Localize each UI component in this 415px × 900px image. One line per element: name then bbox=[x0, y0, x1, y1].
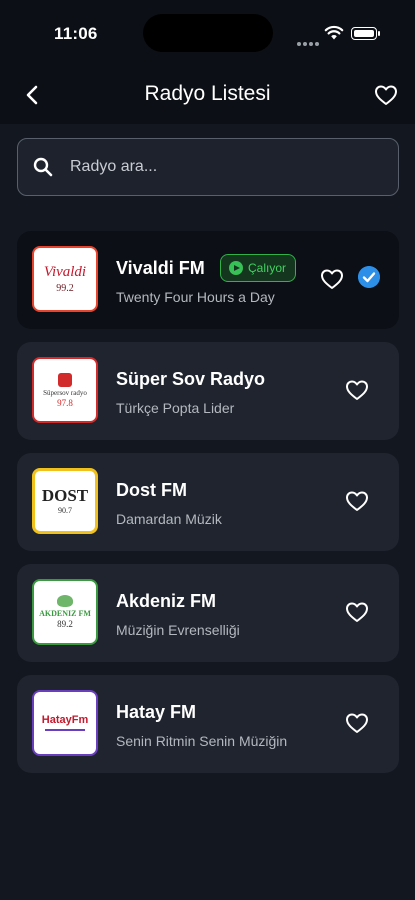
play-circle-icon bbox=[229, 261, 243, 275]
station-logo-hatay-fm: HatayFm bbox=[32, 690, 98, 756]
station-logo-frequency: 97.8 bbox=[57, 397, 73, 408]
dynamic-island bbox=[143, 14, 273, 52]
heart-outline-icon[interactable] bbox=[317, 264, 347, 294]
station-slogan: Twenty Four Hours a Day bbox=[116, 289, 275, 305]
station-item-vivaldi-fm[interactable]: Vivaldi 99.2 Vivaldi FM Çalıyor Twenty F… bbox=[17, 231, 399, 329]
station-name: Süper Sov Radyo bbox=[116, 369, 266, 389]
status-time: 11:06 bbox=[54, 24, 98, 43]
station-logo-text: AKDENIZ FM bbox=[39, 609, 91, 618]
station-logo-frequency: 90.7 bbox=[58, 506, 72, 515]
heart-outline-icon[interactable] bbox=[342, 486, 372, 516]
now-playing-badge: Çalıyor bbox=[220, 254, 297, 282]
station-item-hatay-fm[interactable]: HatayFm Hatay FM Senin Ritmin Senin Müzi… bbox=[17, 675, 399, 773]
station-logo-vivaldi-fm: Vivaldi 99.2 bbox=[32, 246, 98, 312]
cellular-signal-icon bbox=[297, 33, 321, 51]
search-input[interactable] bbox=[70, 139, 380, 194]
status-bar: 11:06 bbox=[0, 0, 415, 66]
heart-outline-icon[interactable] bbox=[342, 597, 372, 627]
favorites-heart-icon[interactable] bbox=[371, 80, 401, 110]
station-logo-text: DOST bbox=[41, 486, 89, 505]
search-icon bbox=[33, 157, 53, 177]
page-title: Radyo Listesi bbox=[144, 82, 271, 105]
now-playing-label: Çalıyor bbox=[248, 261, 287, 275]
station-logo-text: Süpersov radyo bbox=[43, 388, 87, 397]
heart-outline-icon[interactable] bbox=[342, 375, 372, 405]
station-name: Vivaldi FM bbox=[116, 258, 205, 278]
search-box[interactable] bbox=[17, 138, 399, 196]
station-logo-frequency: 99.2 bbox=[56, 282, 74, 294]
heart-outline-icon[interactable] bbox=[342, 708, 372, 738]
station-logo-frequency: 89.2 bbox=[57, 619, 73, 629]
station-slogan: Senin Ritmin Senin Müziğin bbox=[116, 733, 288, 749]
station-slogan: Müziğin Evrenselliği bbox=[116, 622, 240, 638]
station-item-akdeniz-fm[interactable]: AKDENIZ FM 89.2 Akdeniz FM Müziğin Evren… bbox=[17, 564, 399, 662]
station-item-dost-fm[interactable]: DOST 90.7 Dost FM Damardan Müzik bbox=[17, 453, 399, 551]
station-name: Hatay FM bbox=[116, 702, 197, 722]
station-slogan: Türkçe Popta Lider bbox=[116, 400, 235, 416]
station-item-super-sov-radyo[interactable]: Süpersov radyo 97.8 Süper Sov Radyo Türk… bbox=[17, 342, 399, 440]
check-circle-icon bbox=[358, 266, 380, 288]
station-logo-dost-fm: DOST 90.7 bbox=[32, 468, 98, 534]
station-logo-akdeniz-fm: AKDENIZ FM 89.2 bbox=[32, 579, 98, 645]
station-name: Dost FM bbox=[116, 480, 187, 500]
station-name: Akdeniz FM bbox=[116, 591, 217, 611]
wifi-icon bbox=[324, 25, 344, 40]
station-logo-text: Vivaldi bbox=[43, 263, 87, 280]
battery-icon bbox=[351, 27, 380, 40]
station-logo-super-sov-radyo: Süpersov radyo 97.8 bbox=[32, 357, 98, 423]
navigation-bar: Radyo Listesi bbox=[0, 66, 415, 124]
station-slogan: Damardan Müzik bbox=[116, 511, 222, 527]
station-logo-text: HatayFm bbox=[41, 714, 89, 726]
